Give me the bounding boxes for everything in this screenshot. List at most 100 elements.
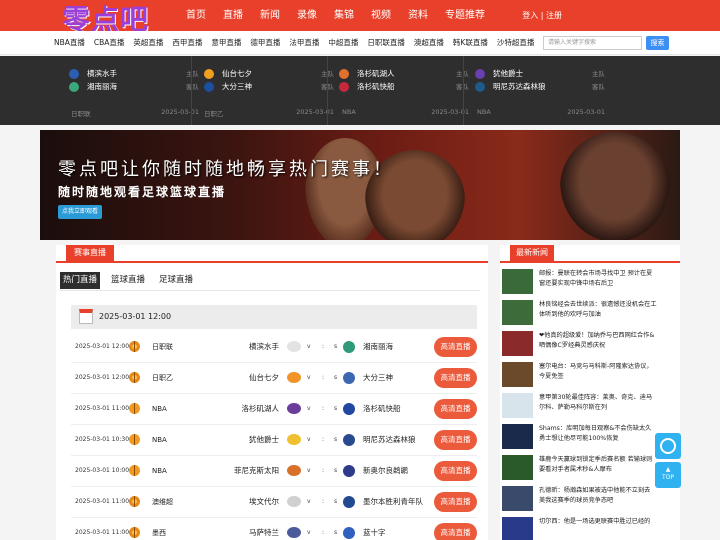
score-card[interactable]: 仙台七夕主队 大分三神客队 日职乙 2025-03-01 <box>204 56 334 125</box>
tab-hot-live[interactable]: 热门直播 <box>60 272 101 289</box>
nav-replay[interactable]: 录像 <box>297 0 317 31</box>
score-label: s <box>334 498 338 505</box>
league-link-ligue1[interactable]: 法甲直播 <box>289 31 319 55</box>
news-item[interactable]: 意甲第30轮最佳阵容：莱奥、奇克、迪马尔科、萨勒马科尔斯在列 <box>502 393 678 421</box>
match-row: 2025-03-01 10:00 NBA 菲尼克斯太阳 v: s 新奥尔良鹈鹕 高清直播 <box>71 456 477 487</box>
hd-live-button[interactable]: 高清直播 <box>434 399 477 419</box>
hd-live-button[interactable]: 高清直播 <box>434 461 477 481</box>
home-team-logo-icon <box>287 403 301 414</box>
nav-video[interactable]: 视频 <box>371 0 391 31</box>
section-title: 最新新闻 <box>510 245 554 261</box>
news-thumbnail <box>502 424 533 449</box>
news-item[interactable]: 切尔西：他是一场选更联赛中胜过已经的 <box>502 517 678 540</box>
league-link-jleague[interactable]: 日职联直播 <box>367 31 405 55</box>
match-league: 墨西 <box>152 529 166 537</box>
away-team-logo-icon <box>343 527 355 539</box>
league-link-bundesliga[interactable]: 德甲直播 <box>250 31 280 55</box>
league-link-seriea[interactable]: 意甲直播 <box>211 31 241 55</box>
away-team: 大分三神 <box>222 82 252 91</box>
news-item[interactable]: 雄鹿今天赢球到锁定季后赛名额 若输球则要看对手者属术秒&人摩布 <box>502 455 678 483</box>
tab-soccer-live[interactable]: 足球直播 <box>156 272 196 289</box>
refresh-button[interactable] <box>655 433 681 459</box>
hd-live-button[interactable]: 高清直播 <box>434 368 477 388</box>
calendar-icon <box>79 309 93 324</box>
away-team: 湘南丽海 <box>363 342 393 351</box>
league-link-kleague[interactable]: 韩K联直播 <box>453 31 488 55</box>
hd-live-button[interactable]: 高清直播 <box>434 337 477 357</box>
league-link-laliga[interactable]: 西甲直播 <box>172 31 202 55</box>
away-team: 洛杉矶快船 <box>357 82 395 91</box>
banner-subtitle: 随时随地观看足球篮球直播 <box>58 185 227 199</box>
score-separator: : <box>322 436 325 443</box>
match-time: 2025-03-01 10:00 <box>75 467 130 474</box>
match-time: 2025-03-01 11:00 <box>75 498 130 505</box>
home-team: 犹他爵士 <box>493 69 523 78</box>
register-link[interactable]: 注册 <box>546 11 562 20</box>
search-input[interactable]: 请输入关键字搜索 <box>543 36 642 50</box>
vs-label: v <box>307 405 311 412</box>
league-link-cba[interactable]: CBA直播 <box>94 31 125 55</box>
news-item[interactable]: 邮报：曼联在转会市场寻找中卫 预计在夏窗还要实现中锋中场右后卫 <box>502 269 678 297</box>
nav-news[interactable]: 新闻 <box>260 0 280 31</box>
section-title: 赛事直播 <box>66 245 114 261</box>
score-label: s <box>334 374 338 381</box>
login-link[interactable]: 登入 <box>522 11 538 20</box>
match-time: 2025-03-01 12:00 <box>75 374 130 381</box>
news-item[interactable]: 塞尔电台：马竞与马科斯-阿隆索达协议，今夏免签 <box>502 362 678 390</box>
hd-live-button[interactable]: 高清直播 <box>434 523 477 540</box>
league-link-aleague[interactable]: 澳超直播 <box>414 31 444 55</box>
news-item[interactable]: ❤他真的超级爱！加纳乔与巴西网红合作&晒偶像C罗经典灵感庆祝 <box>502 331 678 359</box>
scoreboard-strip: 横滨水手主队 湘南丽海客队 日职联 2025-03-01 仙台七夕主队 大分三神… <box>0 56 720 125</box>
news-item[interactable]: 孔德昕：杨瀚森如果被选中他能不立刻去 美我这赛季的球员竞争态吧 <box>502 486 678 514</box>
nav-data[interactable]: 资料 <box>408 0 428 31</box>
divider <box>191 56 192 125</box>
promo-banner[interactable]: 零点吧让你随时随地畅享热门赛事！ 随时随地观看足球篮球直播 点我立即观看 <box>40 130 680 240</box>
league-link-nba[interactable]: NBA直播 <box>54 31 85 55</box>
divider <box>60 290 480 291</box>
score-card[interactable]: 犹他爵士 主队 明尼苏达森林狼 客队 NBA 2025-03-01 <box>475 56 605 125</box>
home-team: 洛杉矶湖人 <box>357 69 395 78</box>
news-headline: 邮报：曼联在转会市场寻找中卫 预计在夏窗还要实现中锋中场右后卫 <box>539 270 653 287</box>
match-league: NBA <box>152 405 167 413</box>
match-row: 2025-03-01 11:00 墨西 马萨特兰 v: s 蓝十字 高清直播 <box>71 518 477 540</box>
league-name: 日职乙 <box>204 110 224 118</box>
search-button[interactable]: 搜索 <box>646 36 669 50</box>
home-team: 洛杉矶湖人 <box>241 404 280 413</box>
score-card[interactable]: 横滨水手 主队 湘南丽海 客队 日职联 2025-03-01 <box>69 56 199 125</box>
divider <box>327 56 328 125</box>
score-card[interactable]: 洛杉矶湖人主队 洛杉矶快船客队 NBA 2025-03-01 <box>339 56 469 125</box>
league-link-csl[interactable]: 中超直播 <box>328 31 358 55</box>
home-team: 横滨水手 <box>87 69 117 78</box>
vs-label: v <box>307 498 311 505</box>
league-link-saudi[interactable]: 沙特超直播 <box>497 31 535 55</box>
match-date: 2025-03-01 <box>296 108 334 116</box>
nav-home[interactable]: 首页 <box>186 0 206 31</box>
score-separator: : <box>322 343 325 350</box>
news-headline: 林良铭经会去世续派：很遗憾还没机会在工体听到他的欢呼与加油 <box>539 301 657 318</box>
nav-topics[interactable]: 专题推荐 <box>445 0 485 31</box>
nav-live[interactable]: 直播 <box>223 0 243 31</box>
vs-label: v <box>307 343 311 350</box>
match-row: 2025-03-01 11:00 NBA 洛杉矶湖人 v: s 洛杉矶快船 高清直播 <box>71 394 477 425</box>
nav-highlights[interactable]: 集锦 <box>334 0 354 31</box>
away-team-logo-icon <box>343 496 355 508</box>
match-date: 2025-03-01 <box>567 108 605 116</box>
top-navbar: 零点吧 首页 直播 新闻 录像 集锦 视频 资料 专题推荐 登入 | 注册 <box>0 0 720 36</box>
hd-live-button[interactable]: 高清直播 <box>434 430 477 450</box>
basketball-icon <box>129 403 140 414</box>
news-item[interactable]: Shams：库明加每日观察&不会伤缺太久 勇士想让他尽可能100%恢复 <box>502 424 678 452</box>
news-item[interactable]: 林良铭经会去世续派：很遗憾还没机会在工体听到他的欢呼与加油 <box>502 300 678 328</box>
match-row: 2025-03-01 12:00 日职联 横滨水手 v: s 湘南丽海 高清直播 <box>71 332 477 363</box>
tab-basketball-live[interactable]: 篮球直播 <box>108 272 148 289</box>
home-team: 菲尼克斯太阳 <box>234 466 279 475</box>
live-tabs: 热门直播 篮球直播 足球直播 <box>60 272 204 289</box>
soccer-ball-icon <box>129 527 140 538</box>
news-headline: 意甲第30轮最佳阵容：莱奥、奇克、迪马尔科、萨勒马科尔斯在列 <box>539 394 653 411</box>
away-team-logo-icon <box>343 434 355 446</box>
home-team: 仙台七夕 <box>222 69 252 78</box>
watch-now-button[interactable]: 点我立即观看 <box>58 205 102 219</box>
back-to-top-button[interactable]: ▲ TOP <box>655 462 681 488</box>
hd-live-button[interactable]: 高清直播 <box>434 492 477 512</box>
team-badge-icon <box>475 69 485 79</box>
league-link-epl[interactable]: 英超直播 <box>133 31 163 55</box>
